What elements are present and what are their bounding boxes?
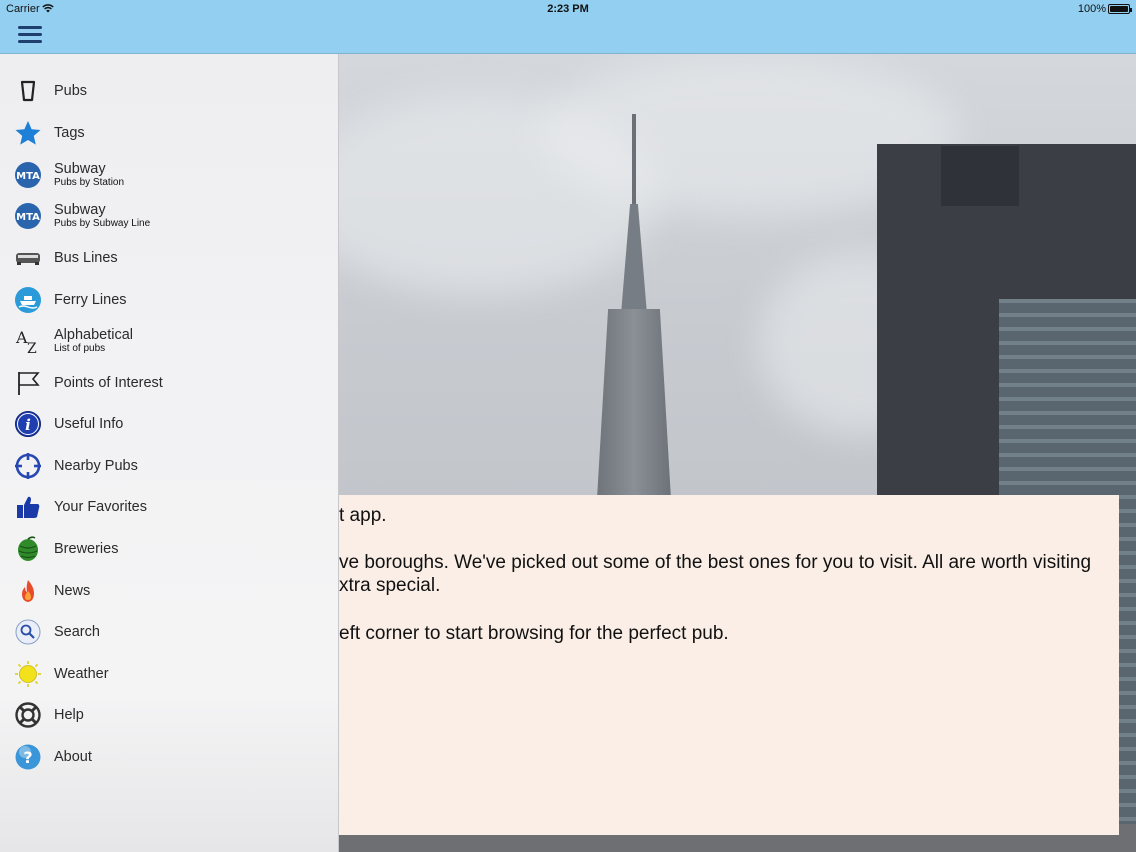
pint-glass-icon xyxy=(20,80,36,102)
menu-item-label: Useful Info xyxy=(54,416,124,432)
alphabet-icon: A Z xyxy=(15,328,37,355)
menu-item-news[interactable]: News xyxy=(0,570,339,612)
menu-item-label: Tags xyxy=(54,125,85,141)
flag-icon xyxy=(18,372,40,395)
mta-icon: MTA xyxy=(15,162,41,188)
flame-icon xyxy=(22,580,34,602)
menu-item-label: Weather xyxy=(54,666,109,682)
intro-paragraph-2-line-1: ve boroughs. We've picked out some of th… xyxy=(339,552,1092,573)
menu-item-about[interactable]: ? About xyxy=(0,736,339,778)
menu-item-search[interactable]: Search xyxy=(0,611,339,653)
menu-item-label: Breweries xyxy=(54,541,119,557)
status-bar: Carrier 2:23 PM 100% xyxy=(0,0,1136,18)
menu-item-label: Subway xyxy=(54,202,106,218)
battery-percent: 100% xyxy=(1077,3,1106,15)
side-menu: Pubs Tags MTA Subway Pubs by Station MTA… xyxy=(0,54,339,852)
svg-text:Z: Z xyxy=(27,341,37,355)
menu-item-points-of-interest[interactable]: Points of Interest xyxy=(0,362,339,404)
menu-item-breweries[interactable]: Breweries xyxy=(0,528,339,570)
menu-item-nearby-pubs[interactable]: Nearby Pubs xyxy=(0,445,339,487)
menu-item-label: Ferry Lines xyxy=(54,292,127,308)
svg-text:MTA: MTA xyxy=(16,171,40,182)
thumbs-up-icon xyxy=(17,496,40,518)
menu-item-pubs[interactable]: Pubs xyxy=(0,70,339,112)
sun-icon xyxy=(15,661,41,687)
intro-paragraph-2-line-2: xtra special. xyxy=(339,575,441,596)
svg-text:MTA: MTA xyxy=(16,212,40,223)
menu-item-weather[interactable]: Weather xyxy=(0,653,339,695)
question-icon: ? xyxy=(15,744,41,770)
menu-item-sublabel: Pubs by Subway Line xyxy=(54,218,151,229)
ferry-icon xyxy=(15,287,41,313)
svg-text:?: ? xyxy=(23,748,32,767)
menu-item-label: Your Favorites xyxy=(54,499,147,515)
menu-item-tags[interactable]: Tags xyxy=(0,112,339,154)
menu-item-label: Pubs xyxy=(54,83,88,99)
navigation-bar xyxy=(0,18,1136,54)
menu-item-sublabel: Pubs by Station xyxy=(54,177,125,188)
intro-text-card: t app. ve boroughs. We've picked out som… xyxy=(339,495,1119,835)
star-icon xyxy=(15,121,41,145)
magnifier-icon xyxy=(15,619,41,645)
hops-icon xyxy=(18,536,38,561)
intro-paragraph-3: eft corner to start browsing for the per… xyxy=(339,623,729,644)
menu-item-label: Bus Lines xyxy=(54,250,118,266)
menu-item-subway-line[interactable]: MTA Subway Pubs by Subway Line xyxy=(0,195,339,237)
intro-paragraph-1: t app. xyxy=(339,505,387,526)
menu-item-label: Points of Interest xyxy=(54,375,163,391)
menu-item-label: Subway xyxy=(54,161,106,177)
battery-icon xyxy=(1108,4,1132,14)
menu-item-alphabetical[interactable]: A Z Alphabetical List of pubs xyxy=(0,320,339,362)
hamburger-icon[interactable] xyxy=(18,26,42,46)
menu-item-help[interactable]: Help xyxy=(0,694,339,736)
clock: 2:23 PM xyxy=(547,3,589,15)
bus-icon xyxy=(16,253,40,265)
menu-item-label: Help xyxy=(54,707,84,723)
menu-item-your-favorites[interactable]: Your Favorites xyxy=(0,486,339,528)
menu-item-label: News xyxy=(54,583,91,599)
menu-item-label: Search xyxy=(54,624,100,640)
menu-item-useful-info[interactable]: i Useful Info xyxy=(0,403,339,445)
lifebuoy-icon xyxy=(15,702,41,728)
mta-icon: MTA xyxy=(15,203,41,229)
menu-item-bus-lines[interactable]: Bus Lines xyxy=(0,237,339,279)
menu-item-ferry-lines[interactable]: Ferry Lines xyxy=(0,279,339,321)
menu-item-label: Alphabetical xyxy=(54,327,133,343)
menu-item-label: Nearby Pubs xyxy=(54,458,138,474)
crosshair-icon xyxy=(15,453,41,479)
menu-item-subway-station[interactable]: MTA Subway Pubs by Station xyxy=(0,154,339,196)
info-icon: i xyxy=(15,411,41,437)
svg-text:i: i xyxy=(25,416,31,434)
menu-item-sublabel: List of pubs xyxy=(54,343,106,354)
menu-item-label: About xyxy=(54,749,92,765)
